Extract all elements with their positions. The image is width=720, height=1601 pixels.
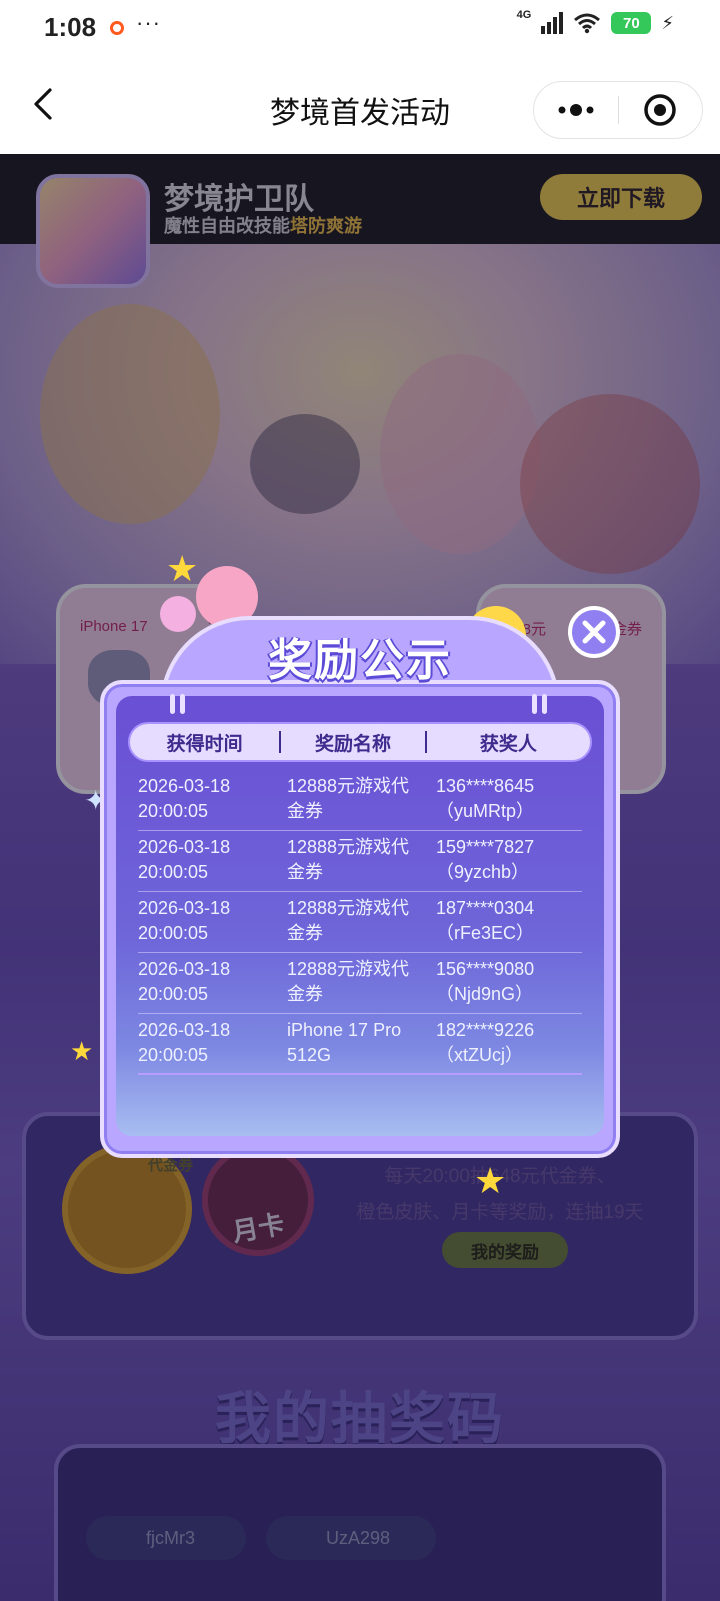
- mini-program-capsule: [533, 81, 703, 139]
- prize-name-cell: iPhone 17 Pro 512G: [287, 1018, 427, 1068]
- prize-line: 金券: [287, 984, 323, 1004]
- win-date: 2026-03-18: [138, 959, 231, 979]
- star-decoration-icon: ★: [474, 1160, 507, 1201]
- win-clock: 20:00:05: [138, 923, 209, 943]
- column-header-winner: 获奖人: [479, 733, 537, 755]
- signal-icon: [541, 12, 564, 34]
- column-header-prize: 奖励名称: [315, 733, 392, 755]
- win-time-cell: 2026-03-18 20:00:05: [138, 1018, 278, 1068]
- close-mini-program-button[interactable]: [619, 82, 703, 138]
- winner-cell: 182****9226 （xtZUcj）: [436, 1018, 586, 1068]
- winner-cell: 159****7827 （9yzchb）: [436, 835, 586, 885]
- table-row: 2026-03-18 20:00:05 12888元游戏代 金券 136****…: [138, 770, 582, 831]
- network-type-label: 4G: [516, 9, 532, 21]
- battery-icon: 70: [611, 12, 652, 34]
- star-decoration-icon: ★: [166, 548, 199, 589]
- prize-line: 512G: [287, 1045, 332, 1065]
- winner-cell: 136****8645 （yuMRtp）: [436, 774, 586, 824]
- winner-id: （xtZUcj）: [436, 1045, 523, 1065]
- prize-name-cell: 12888元游戏代 金券: [287, 896, 427, 946]
- win-time-cell: 2026-03-18 20:00:05: [138, 957, 278, 1007]
- wifi-icon: [574, 13, 601, 34]
- win-date: 2026-03-18: [138, 1020, 231, 1040]
- prize-line: 金券: [287, 801, 323, 821]
- status-indicators: 4G 70 ⚡: [516, 9, 674, 34]
- winners-table-header: 获得时间 奖励名称 获奖人: [128, 722, 592, 762]
- table-row: 2026-03-18 20:00:05 12888元游戏代 金券 156****…: [138, 953, 582, 1014]
- winner-phone: 136****8645: [436, 776, 535, 796]
- column-header-time: 获得时间: [166, 733, 243, 755]
- winner-phone: 187****0304: [436, 898, 535, 918]
- winner-phone: 159****7827: [436, 837, 535, 857]
- prize-line: 12888元游戏代: [287, 959, 410, 979]
- winner-phone: 182****9226: [436, 1020, 535, 1040]
- modal-handle: [166, 694, 188, 714]
- prize-line: 金券: [287, 923, 323, 943]
- win-time-cell: 2026-03-18 20:00:05: [138, 774, 278, 824]
- win-clock: 20:00:05: [138, 862, 209, 882]
- modal-handle: [528, 694, 550, 714]
- winner-id: （9yzchb）: [436, 862, 530, 882]
- winner-id: （rFe3EC）: [436, 923, 535, 943]
- winner-id: （yuMRtp）: [436, 801, 535, 821]
- more-dots-icon: [558, 104, 594, 116]
- table-row: 2026-03-18 20:00:05 12888元游戏代 金券 187****…: [138, 892, 582, 953]
- prize-line: 12888元游戏代: [287, 837, 410, 857]
- close-icon: [582, 620, 606, 644]
- win-clock: 20:00:05: [138, 984, 209, 1004]
- winner-phone: 156****9080: [436, 959, 535, 979]
- winners-table: 2026-03-18 20:00:05 12888元游戏代 金券 136****…: [138, 770, 582, 1075]
- winner-cell: 187****0304 （rFe3EC）: [436, 896, 586, 946]
- prize-line: 12888元游戏代: [287, 776, 410, 796]
- win-time-cell: 2026-03-18 20:00:05: [138, 835, 278, 885]
- nav-bar: 梦境首发活动: [0, 56, 720, 154]
- win-date: 2026-03-18: [138, 837, 231, 857]
- status-more-icon: ···: [136, 10, 161, 35]
- prize-line: iPhone 17 Pro: [287, 1020, 402, 1040]
- prize-name-cell: 12888元游戏代 金券: [287, 957, 427, 1007]
- win-clock: 20:00:05: [138, 801, 209, 821]
- win-time-cell: 2026-03-18 20:00:05: [138, 896, 278, 946]
- target-close-icon: [644, 94, 676, 126]
- prize-line: 12888元游戏代: [287, 898, 410, 918]
- table-row: 2026-03-18 20:00:05 12888元游戏代 金券 159****…: [138, 831, 582, 892]
- prize-name-cell: 12888元游戏代 金券: [287, 774, 427, 824]
- table-row: 2026-03-18 20:00:05 iPhone 17 Pro 512G 1…: [138, 1014, 582, 1075]
- charging-icon: ⚡: [661, 12, 674, 33]
- winner-cell: 156****9080 （Njd9nG）: [436, 957, 586, 1007]
- status-time: 1:08: [44, 12, 97, 42]
- status-bar: 1:08 ··· 4G 70 ⚡: [0, 0, 720, 56]
- star-decoration-icon: ★: [70, 1036, 94, 1066]
- more-button[interactable]: [534, 82, 618, 138]
- modal-close-button[interactable]: [568, 606, 620, 658]
- win-date: 2026-03-18: [138, 898, 231, 918]
- winner-id: （Njd9nG）: [436, 984, 534, 1004]
- prize-line: 金券: [287, 862, 323, 882]
- modal-title: 奖励公示: [268, 636, 452, 685]
- win-date: 2026-03-18: [138, 776, 231, 796]
- recording-indicator-icon: [110, 21, 124, 35]
- win-clock: 20:00:05: [138, 1045, 209, 1065]
- prize-name-cell: 12888元游戏代 金券: [287, 835, 427, 885]
